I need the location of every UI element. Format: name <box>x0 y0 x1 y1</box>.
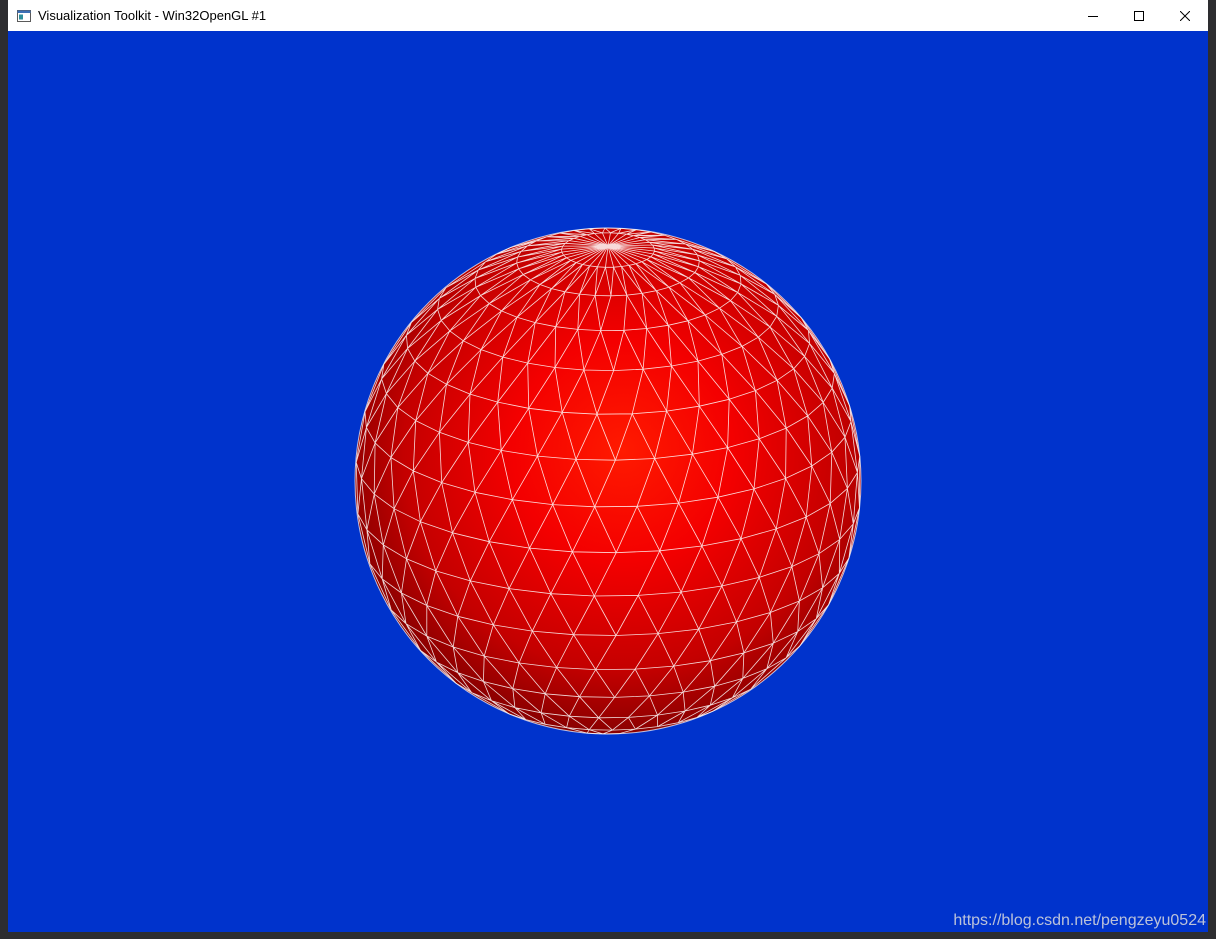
window-controls <box>1070 0 1208 31</box>
desktop-background <box>0 0 8 939</box>
render-viewport[interactable]: https://blog.csdn.net/pengzeyu0524 <box>8 31 1208 932</box>
vtk-render-window: Visualization Toolkit - Win32OpenGL #1 h… <box>8 0 1208 932</box>
close-button[interactable] <box>1162 0 1208 31</box>
background-editor-strip <box>1208 0 1216 939</box>
minimize-icon <box>1088 15 1098 17</box>
app-icon <box>16 8 32 24</box>
background-editor-strip-bottom <box>0 932 1216 939</box>
maximize-button[interactable] <box>1116 0 1162 31</box>
title-bar[interactable]: Visualization Toolkit - Win32OpenGL #1 <box>8 0 1208 31</box>
watermark: https://blog.csdn.net/pengzeyu0524 <box>953 912 1206 929</box>
maximize-icon <box>1134 10 1144 21</box>
window-title: Visualization Toolkit - Win32OpenGL #1 <box>38 8 267 23</box>
render-canvas[interactable] <box>8 31 1208 932</box>
close-icon <box>1180 10 1190 21</box>
minimize-button[interactable] <box>1070 0 1116 31</box>
